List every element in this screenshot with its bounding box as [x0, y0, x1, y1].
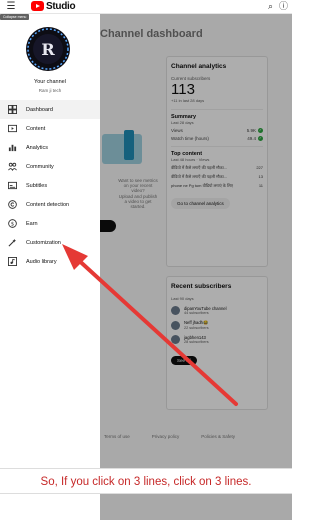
copyright-icon — [8, 200, 17, 209]
app-name: Studio — [46, 1, 76, 12]
sidebar-item-label: Dashboard — [26, 106, 53, 113]
search-icon[interactable]: ⌕ — [268, 0, 273, 13]
sidebar-item-label: Customization — [26, 239, 61, 246]
earn-icon: $ — [8, 219, 17, 228]
community-icon — [8, 162, 17, 171]
top-bar: ☰ Studio ⌕ ⓘ — [0, 0, 292, 14]
sidebar-item-content-detection[interactable]: Content detection — [0, 195, 100, 214]
collapse-tooltip: Collapse menu — [0, 14, 30, 20]
subtitles-icon — [8, 181, 17, 190]
sidebar-item-audio-library[interactable]: Audio library — [0, 252, 100, 271]
analytics-icon — [8, 143, 17, 152]
sidebar-item-label: Audio library — [26, 258, 57, 265]
sidebar-item-label: Community — [26, 163, 54, 170]
sidebar-item-community[interactable]: Community — [0, 157, 100, 176]
channel-name: Ram ji tech — [38, 88, 62, 93]
customization-icon — [8, 238, 17, 247]
sidebar-item-label: Content detection — [26, 201, 70, 208]
dashboard-icon — [8, 105, 17, 114]
menu-icon[interactable]: ☰ — [4, 1, 18, 13]
sidebar-item-customization[interactable]: Customization — [0, 233, 100, 252]
sidebar-item-earn[interactable]: $ Earn — [0, 214, 100, 233]
annotation-caption: So, If you click on 3 lines, click on 3 … — [0, 468, 292, 494]
sidebar-item-subtitles[interactable]: Subtitles — [0, 176, 100, 195]
your-channel-label[interactable]: Your channel — [0, 79, 100, 85]
sidebar-item-content[interactable]: Content — [0, 119, 100, 138]
sidebar-item-label: Earn — [26, 220, 38, 227]
sidebar-nav: Dashboard Content Analytics Community Su… — [0, 100, 100, 271]
audio-library-icon — [8, 257, 17, 266]
channel-avatar[interactable]: R — [26, 27, 70, 71]
channel-logo-icon: R — [27, 28, 69, 70]
content-icon — [8, 124, 17, 133]
youtube-logo[interactable] — [31, 1, 44, 11]
help-icon[interactable]: ⓘ — [279, 0, 288, 13]
navigation-drawer: R Your channel Ram ji tech Dashboard Con… — [0, 14, 100, 520]
sidebar-item-dashboard[interactable]: Dashboard — [0, 100, 100, 119]
svg-text:$: $ — [11, 222, 14, 228]
svg-text:R: R — [41, 40, 55, 59]
sidebar-item-label: Analytics — [26, 144, 49, 151]
sidebar-item-label: Content — [26, 125, 46, 132]
top-actions: ⌕ ⓘ — [268, 0, 288, 13]
sidebar-item-label: Subtitles — [26, 182, 48, 189]
sidebar-item-analytics[interactable]: Analytics — [0, 138, 100, 157]
